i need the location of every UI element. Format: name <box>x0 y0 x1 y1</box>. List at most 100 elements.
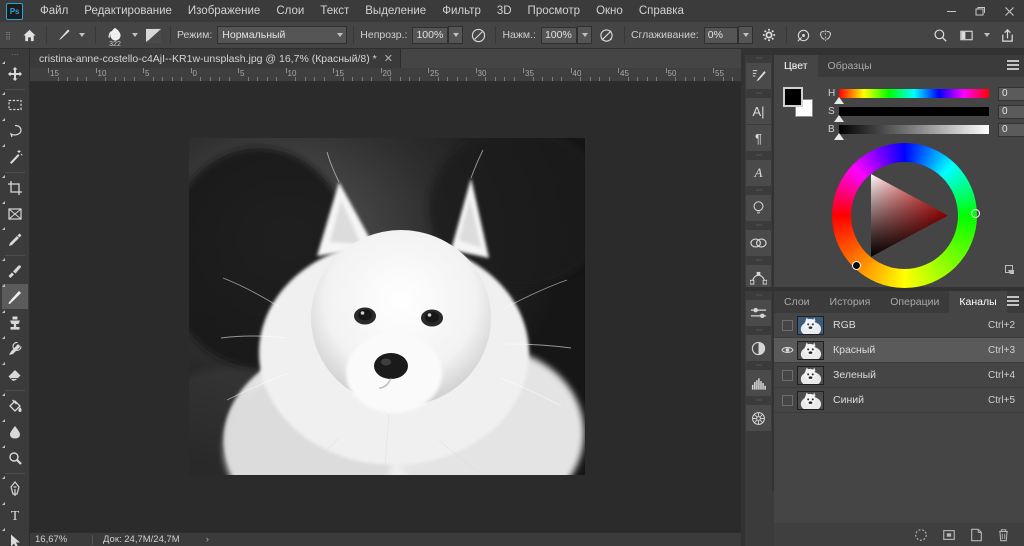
history-brush-tool[interactable] <box>2 336 28 361</box>
pen-tool[interactable] <box>2 476 28 501</box>
hue-slider-thumb[interactable] <box>834 97 844 104</box>
save-selection-as-channel-button[interactable] <box>942 528 956 542</box>
hue-slider-track[interactable] <box>839 89 989 98</box>
smoothing-dropdown[interactable] <box>738 26 753 44</box>
close-button[interactable] <box>995 0 1024 22</box>
resize-corner-icon[interactable] <box>1005 265 1015 275</box>
rail-grip[interactable]: ⋯ <box>756 362 761 370</box>
search-icon[interactable] <box>929 24 951 46</box>
menu-help[interactable]: Справка <box>631 0 692 22</box>
brightness-value-input[interactable]: 0 <box>998 123 1024 137</box>
eye-toggle-empty[interactable] <box>778 370 797 381</box>
character-styles-icon[interactable]: A <box>746 160 771 186</box>
menu-edit[interactable]: Редактирование <box>76 0 180 22</box>
flow-dropdown[interactable] <box>577 26 592 44</box>
brush-icon[interactable] <box>53 24 75 46</box>
foreground-color-swatch[interactable] <box>783 87 803 107</box>
arrange-documents-icon[interactable] <box>955 24 977 46</box>
lasso-tool[interactable] <box>2 118 28 143</box>
trash-icon[interactable] <box>997 528 1010 542</box>
paragraph-panel-icon[interactable]: ¶ <box>746 125 771 151</box>
menu-select[interactable]: Выделение <box>357 0 434 22</box>
smoothing-input[interactable]: 0% <box>704 27 738 44</box>
rail-grip[interactable]: ⋯ <box>756 327 761 335</box>
pressure-opacity-icon[interactable] <box>467 24 489 46</box>
menu-type[interactable]: Текст <box>312 0 357 22</box>
creative-cloud-libraries-icon[interactable] <box>746 230 771 256</box>
hue-value-input[interactable]: 0 <box>998 87 1024 101</box>
eyedropper-tool[interactable] <box>2 227 28 252</box>
menu-view[interactable]: Просмотр <box>520 0 589 22</box>
brush-tip-dropdown[interactable] <box>128 24 142 46</box>
document-tab[interactable]: cristina-anne-costello-c4AjI--KR1w-unspl… <box>30 49 401 68</box>
toolbar-grip[interactable]: ⋯ <box>12 51 18 61</box>
rail-grip[interactable]: ⋯ <box>756 222 761 230</box>
tab-swatches[interactable]: Образцы <box>818 55 882 77</box>
channel-row[interactable]: RGBCtrl+2 <box>774 313 1024 338</box>
brush-tip-preview[interactable]: 322 <box>102 23 128 47</box>
gradient-tool[interactable] <box>2 393 28 418</box>
rail-grip[interactable]: ⋯ <box>756 187 761 195</box>
eye-toggle-empty[interactable] <box>778 320 797 331</box>
eraser-tool[interactable] <box>2 362 28 387</box>
eye-toggle-empty[interactable] <box>778 395 797 406</box>
rail-grip[interactable]: ⋯ <box>756 257 761 265</box>
histogram-panel-icon[interactable] <box>746 370 771 396</box>
brush-tool[interactable] <box>2 284 28 309</box>
brightness-slider[interactable]: B 0 % <box>828 123 1024 136</box>
menu-image[interactable]: Изображение <box>180 0 268 22</box>
brightness-slider-track[interactable] <box>839 125 989 134</box>
healing-brush-tool[interactable] <box>2 258 28 283</box>
opacity-input[interactable]: 100% <box>412 27 448 44</box>
document-image[interactable] <box>189 138 585 475</box>
zoom-level[interactable]: 16,67% <box>30 534 92 545</box>
brush-angle-icon[interactable] <box>793 24 815 46</box>
hue-slider[interactable]: H 0 ° <box>828 87 1024 100</box>
flow-input[interactable]: 100% <box>541 27 577 44</box>
triangle-color-marker[interactable] <box>852 261 861 270</box>
menu-filter[interactable]: Фильтр <box>434 0 489 22</box>
adjustments-panel-icon[interactable] <box>746 300 771 326</box>
saturation-slider-thumb[interactable] <box>834 115 844 122</box>
clone-stamp-tool[interactable] <box>2 310 28 335</box>
magic-wand-tool[interactable] <box>2 144 28 169</box>
canvas-area[interactable] <box>30 82 741 532</box>
saturation-value-input[interactable]: 0 <box>998 105 1024 119</box>
create-new-channel-button[interactable] <box>970 528 983 542</box>
navigator-panel-icon[interactable] <box>746 405 771 431</box>
brush-preset-dropdown[interactable] <box>75 24 89 46</box>
horizontal-ruler[interactable]: 151050510152025303540455055 <box>30 68 741 82</box>
blur-tool[interactable] <box>2 419 28 444</box>
options-bar-grip[interactable]: ⣿ <box>3 22 12 49</box>
rail-grip[interactable]: ⋯ <box>756 152 761 160</box>
channel-row[interactable]: КрасныйCtrl+3 <box>774 338 1024 363</box>
menu-layers[interactable]: Слои <box>268 0 312 22</box>
restore-button[interactable] <box>966 0 995 22</box>
tab-color[interactable]: Цвет <box>774 55 818 77</box>
arrange-dropdown[interactable] <box>981 24 992 46</box>
saturation-slider-track[interactable] <box>839 107 989 116</box>
menu-file[interactable]: Файл <box>32 0 76 22</box>
sb-triangle[interactable] <box>853 164 956 267</box>
properties-panel-icon[interactable] <box>746 335 771 361</box>
brightness-slider-thumb[interactable] <box>834 133 844 140</box>
channel-row[interactable]: ЗеленыйCtrl+4 <box>774 363 1024 388</box>
opacity-dropdown[interactable] <box>448 26 463 44</box>
minimize-button[interactable] <box>937 0 966 22</box>
hue-ring-marker[interactable] <box>971 209 980 218</box>
status-expand-icon[interactable]: › <box>206 534 209 545</box>
rail-grip[interactable]: ⋯ <box>756 55 761 63</box>
symmetry-butterfly-icon[interactable] <box>815 24 837 46</box>
frame-tool[interactable] <box>2 201 28 226</box>
gear-icon[interactable] <box>758 24 780 46</box>
move-tool[interactable] <box>2 61 28 86</box>
panel-menu-icon[interactable] <box>1007 60 1019 72</box>
menu-3d[interactable]: 3D <box>489 0 520 22</box>
airbrush-icon[interactable] <box>596 24 618 46</box>
menu-window[interactable]: Окно <box>588 0 631 22</box>
dodge-tool[interactable] <box>2 445 28 470</box>
blend-mode-select[interactable]: Нормальный <box>217 26 347 44</box>
rail-grip[interactable]: ⋯ <box>756 397 761 405</box>
tab-history[interactable]: История <box>820 291 881 313</box>
crop-tool[interactable] <box>2 175 28 200</box>
